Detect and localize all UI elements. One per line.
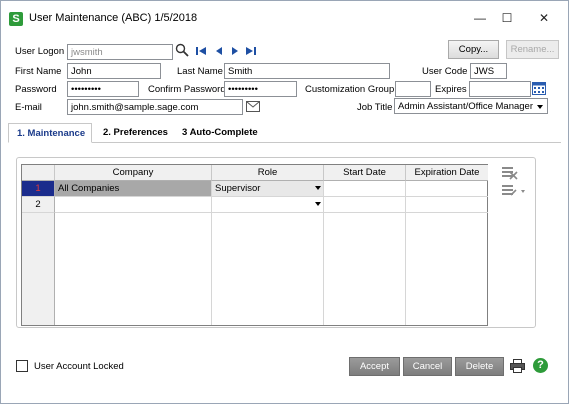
expires-field[interactable] [469, 81, 531, 97]
customization-group-label: Customization Group [305, 84, 395, 95]
accept-button[interactable]: Accept [349, 357, 400, 376]
rename-button[interactable]: Rename... [506, 40, 559, 59]
job-title-value: Admin Assistant/Office Manager [398, 101, 533, 112]
first-record-icon[interactable] [195, 45, 207, 57]
confirm-password-field[interactable]: ••••••••• [224, 81, 297, 97]
next-record-icon[interactable] [229, 45, 241, 57]
printer-icon[interactable] [510, 359, 525, 373]
column-header-start-date[interactable]: Start Date [324, 165, 406, 181]
expires-label: Expires [435, 84, 467, 95]
cell-role: Supervisor [215, 183, 261, 194]
cell-company[interactable]: All Companies [55, 181, 212, 197]
account-locked-checkbox[interactable] [16, 360, 28, 372]
insert-row-icon[interactable] [501, 182, 527, 198]
confirm-password-label: Confirm Password [148, 84, 226, 95]
company-role-grid: Company Role Start Date Expiration Date … [21, 164, 488, 326]
sage-app-icon: S [9, 12, 23, 26]
customization-group-field[interactable] [395, 81, 431, 97]
tab-auto-complete[interactable]: 3 Auto-Complete [174, 123, 264, 143]
row-number[interactable]: 2 [22, 197, 55, 213]
user-maintenance-window: S User Maintenance (ABC) 1/5/2018 — ☐ ✕ … [0, 0, 569, 404]
cell-expiration-date[interactable] [406, 197, 488, 213]
previous-record-icon[interactable] [213, 45, 225, 57]
last-record-icon[interactable] [245, 45, 257, 57]
email-envelope-icon[interactable] [246, 101, 260, 112]
column-header-expiration-date[interactable]: Expiration Date [406, 165, 488, 181]
column-divider [405, 213, 406, 325]
calendar-icon[interactable] [532, 81, 546, 95]
first-name-label: First Name [15, 66, 62, 77]
column-divider [323, 213, 324, 325]
maximize-button[interactable]: ☐ [493, 8, 521, 28]
cell-start-date[interactable] [324, 181, 406, 197]
account-locked-label: User Account Locked [34, 361, 124, 372]
tab-preferences[interactable]: 2. Preferences [95, 123, 173, 143]
row-header-column [22, 213, 55, 325]
column-header-role[interactable]: Role [212, 165, 324, 181]
job-title-label: Job Title [357, 102, 393, 113]
cancel-button[interactable]: Cancel [403, 357, 452, 376]
lookup-search-icon[interactable] [175, 43, 189, 57]
close-button[interactable]: ✕ [530, 8, 558, 28]
chevron-down-icon [315, 202, 321, 206]
cell-company[interactable] [55, 197, 212, 213]
user-logon-field[interactable]: jwsmith [67, 44, 173, 60]
last-name-label: Last Name [177, 66, 223, 77]
chevron-down-icon [315, 186, 321, 190]
cell-role-dropdown[interactable]: Supervisor [212, 181, 324, 197]
minimize-button[interactable]: — [466, 8, 494, 28]
cell-role-dropdown[interactable] [212, 197, 324, 213]
user-code-field[interactable]: JWS [470, 63, 507, 79]
user-code-label: User Code [422, 66, 468, 77]
password-label: Password [15, 84, 57, 95]
help-icon[interactable]: ? [533, 358, 548, 373]
tab-bar: 1. Maintenance 2. Preferences 3 Auto-Com… [8, 123, 561, 143]
delete-row-icon[interactable] [501, 165, 519, 181]
tab-maintenance[interactable]: 1. Maintenance [8, 123, 92, 143]
column-divider [211, 213, 212, 325]
delete-button[interactable]: Delete [455, 357, 504, 376]
copy-button[interactable]: Copy... [448, 40, 499, 59]
window-title: User Maintenance (ABC) 1/5/2018 [29, 12, 198, 24]
email-label: E-mail [15, 102, 42, 113]
grid-corner [22, 165, 55, 181]
cell-start-date[interactable] [324, 197, 406, 213]
cell-expiration-date[interactable] [406, 181, 488, 197]
user-logon-label: User Logon [15, 46, 65, 57]
password-field[interactable]: ••••••••• [67, 81, 139, 97]
column-header-company[interactable]: Company [55, 165, 212, 181]
last-name-field[interactable]: Smith [224, 63, 390, 79]
first-name-field[interactable]: John [67, 63, 161, 79]
job-title-dropdown[interactable]: Admin Assistant/Office Manager [394, 98, 548, 114]
row-number[interactable]: 1 [22, 181, 55, 197]
email-field[interactable]: john.smith@sample.sage.com [67, 99, 243, 115]
chevron-down-icon [537, 105, 543, 109]
title-bar: S User Maintenance (ABC) 1/5/2018 — ☐ ✕ [1, 1, 568, 34]
